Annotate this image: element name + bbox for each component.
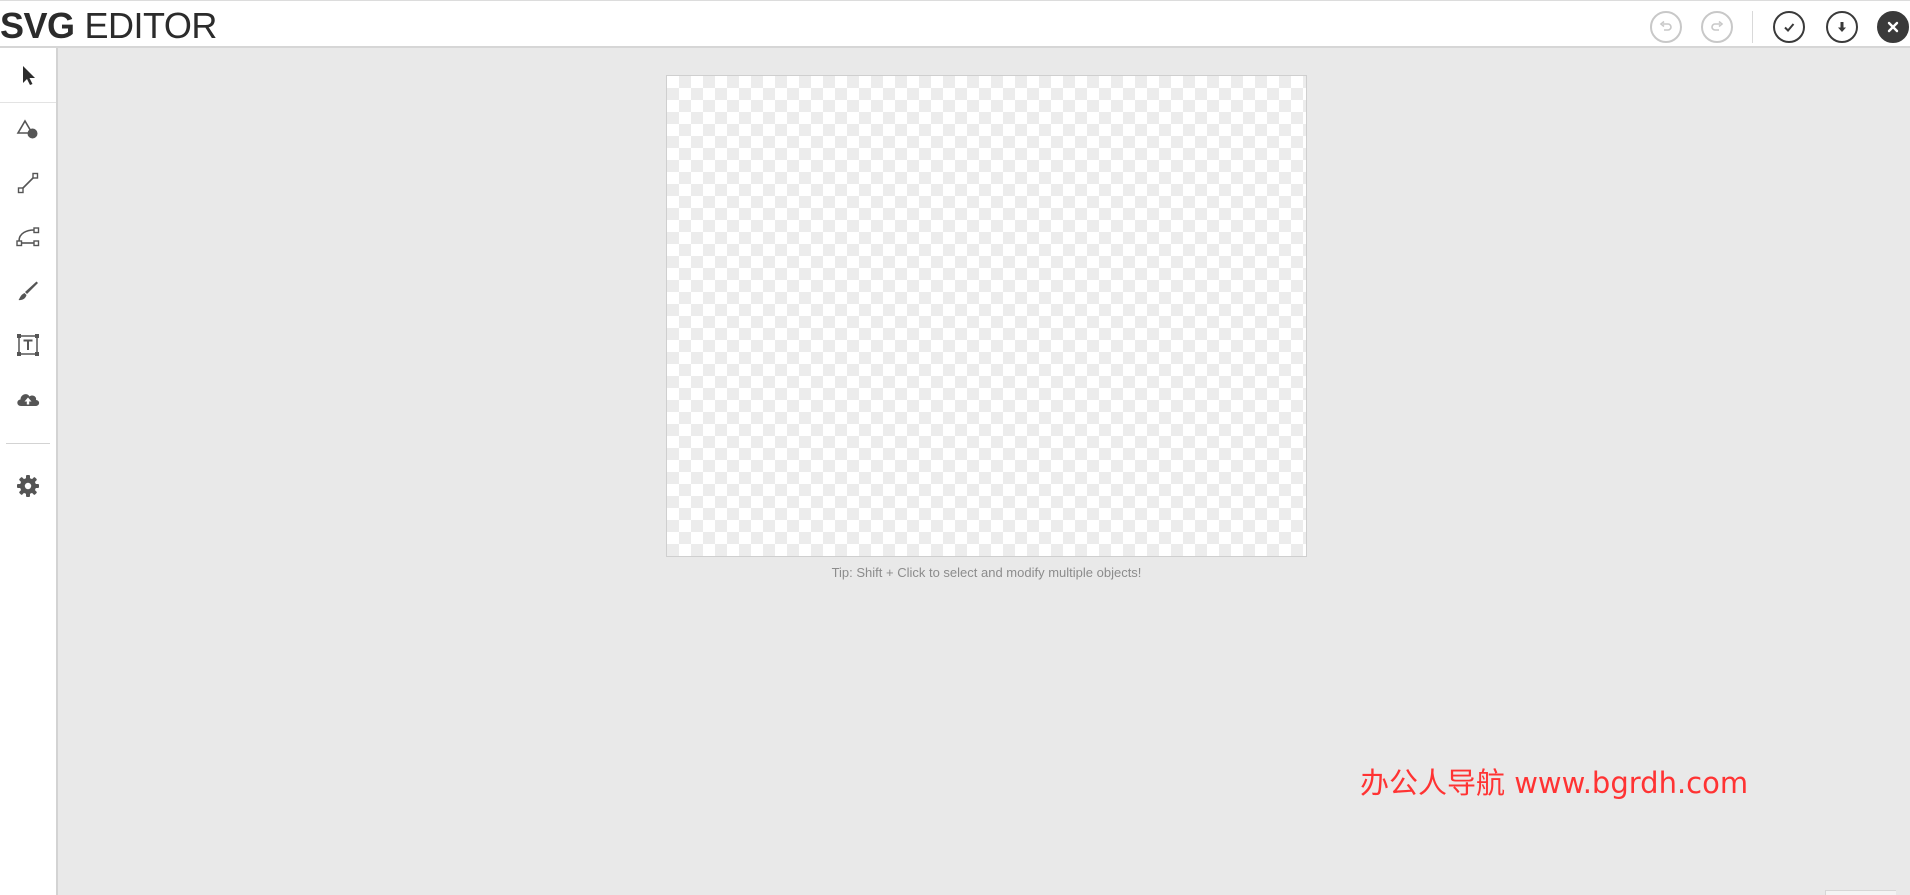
text-icon [17,334,39,356]
app-logo: SVG EDITOR [0,6,217,46]
pointer-icon [23,66,35,85]
gear-icon [17,475,39,497]
select-tool[interactable] [0,48,56,103]
shapes-tool[interactable] [0,102,56,156]
download-icon [1838,22,1846,32]
settings-tool[interactable] [0,459,56,513]
redo-icon [1711,20,1724,31]
confirm-button[interactable] [1773,11,1805,43]
redo-button[interactable] [1701,11,1733,43]
upload-cloud-icon [17,394,40,406]
path-icon [16,227,40,247]
undo-icon [1659,20,1672,31]
text-tool[interactable] [0,318,56,372]
close-button[interactable] [1877,11,1909,43]
undo-button[interactable] [1650,11,1682,43]
top-toolbar: SVG EDITOR [0,0,1910,48]
close-icon [1887,21,1899,33]
watermark-text: 办公人导航 www.bgrdh.com [1360,766,1749,800]
app-title-light: EDITOR [84,5,218,46]
download-button[interactable] [1826,11,1858,43]
drawing-canvas[interactable] [666,75,1307,557]
upload-tool[interactable] [0,372,56,426]
sidebar-divider [6,443,50,444]
path-tool[interactable] [0,210,56,264]
app-title-bold: SVG [0,5,75,46]
brush-icon [18,281,38,301]
check-icon [1784,23,1795,32]
brush-tool[interactable] [0,264,56,318]
tool-sidebar [0,48,58,895]
canvas-tip: Tip: Shift + Click to select and modify … [831,565,1142,580]
line-icon [17,172,39,194]
line-tool[interactable] [0,156,56,210]
shapes-icon [16,119,38,139]
toolbar-divider [1752,11,1753,43]
corner-tab [1825,890,1896,895]
